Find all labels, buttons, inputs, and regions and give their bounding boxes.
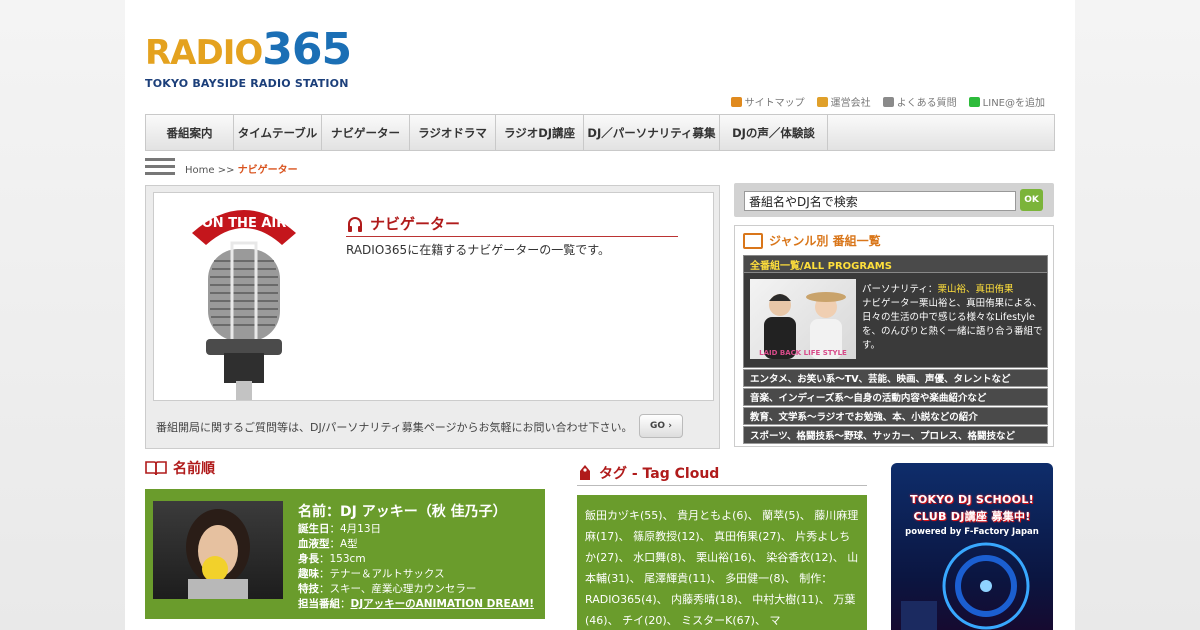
featured-program-text: パーソナリティ：栗山裕、真田侑果 ナビゲーター栗山裕と、真田侑果による、日々の生… — [862, 284, 1043, 351]
logo-word-radio: RADIO — [145, 33, 263, 73]
breadcrumb-current: ナビゲーター — [237, 165, 298, 176]
logo-wordmark: RADIO365 — [145, 28, 352, 75]
tag-icon — [580, 464, 590, 480]
main-nav: 番組案内 タイムテーブル ナビゲーター ラジオドラマ ラジオDJ講座 DJ／パー… — [145, 114, 1055, 151]
book-icon — [145, 461, 167, 476]
tag-cloud-title: タグ - Tag Cloud — [577, 460, 867, 486]
genre-row-music[interactable]: 音楽、インディーズ系～自身の活動内容や楽曲紹介など — [743, 388, 1048, 406]
on-air-sign-text: ON THE AIR — [202, 216, 287, 231]
genre-title: ジャンル別 番組一覧 — [743, 232, 881, 249]
logo-tagline: TOKYO BAYSIDE RADIO STATION — [145, 77, 349, 90]
featured-program-image: LAID BACK LIFE STYLE — [750, 279, 856, 359]
headphones-icon — [348, 216, 362, 232]
nav-item-timetable[interactable]: タイムテーブル — [234, 115, 322, 150]
genre-row-sports[interactable]: スポーツ、格闘技系～野球、サッカー、プロレス、格闘技など — [743, 426, 1048, 444]
util-link-company[interactable]: 運営会社 — [816, 94, 871, 109]
page-title: ナビゲーター — [346, 211, 678, 237]
turntable-illustration — [901, 542, 1030, 630]
hosts-illustration: LAID BACK LIFE STYLE — [759, 292, 847, 359]
breadcrumb-home[interactable]: Home — [185, 165, 215, 176]
navigator-portrait — [186, 509, 250, 599]
genre-panel: ジャンル別 番組一覧 全番組一覧/ALL PROGRAMS LAID BACK … — [734, 225, 1054, 447]
search-ok-button[interactable]: OK — [1020, 189, 1043, 211]
sitemap-icon — [730, 96, 742, 107]
hero-inner: ON THE AIR ナビゲーター RADIO365に在籍するナビゲーターの一覧 — [153, 192, 714, 401]
dj-school-banner[interactable]: TOKYO DJ SCHOOL! CLUB DJ講座 募集中! powered … — [891, 463, 1053, 630]
navigator-details: 誕生日：4月13日 血液型：A型 身長：153cm 趣味：テナー＆アルトサックス… — [298, 523, 534, 610]
site-logo[interactable]: RADIO365 TOKYO BAYSIDE RADIO STATION — [145, 28, 352, 94]
featured-personalities[interactable]: 栗山裕、真田侑果 — [937, 284, 1013, 295]
genre-list: 全番組一覧/ALL PROGRAMS LAID BACK LIFE STYLE … — [743, 255, 1048, 444]
hero-panel: ON THE AIR ナビゲーター RADIO365に在籍するナビゲーターの一覧 — [145, 185, 720, 449]
logo-word-365: 365 — [262, 24, 352, 75]
navigator-name[interactable]: 名前：DJ アッキー（秋 佳乃子） — [298, 501, 507, 521]
menu-icon[interactable] — [145, 158, 175, 176]
search-bar: OK — [734, 183, 1054, 217]
navigator-photo[interactable] — [153, 501, 283, 599]
nav-item-programs[interactable]: 番組案内 — [146, 115, 234, 150]
microphone-illustration: ON THE AIR — [192, 210, 296, 400]
speech-bubble-icon — [882, 96, 894, 107]
utility-links: サイトマップ 運営会社 よくある質問 LINE@を追加 — [730, 94, 1045, 109]
genre-all-programs[interactable]: 全番組一覧/ALL PROGRAMS — [743, 255, 1048, 273]
util-link-faq[interactable]: よくある質問 — [882, 94, 957, 109]
nav-item-navigators[interactable]: ナビゲーター — [322, 115, 410, 150]
nav-item-recruit[interactable]: DJ／パーソナリティ募集 — [584, 115, 720, 150]
program-link[interactable]: DJアッキーのANIMATION DREAM! — [351, 598, 534, 610]
genre-row-education[interactable]: 教育、文学系～ラジオでお勉強、本、小説などの紹介 — [743, 407, 1048, 425]
tag-cloud[interactable]: 飯田カヅキ(55)、 貴月ともよ(6)、 蘭萃(5)、 藤川麻理麻(17)、 篠… — [577, 495, 867, 630]
nav-item-radio-drama[interactable]: ラジオドラマ — [410, 115, 496, 150]
nav-item-voices[interactable]: DJの声／体験談 — [720, 115, 828, 150]
search-input[interactable] — [744, 191, 1016, 211]
chevron-right-icon: › — [668, 421, 672, 431]
phone-icon — [816, 96, 828, 107]
breadcrumb: Home >> ナビゲーター — [185, 165, 298, 176]
banner-line-1: TOKYO DJ SCHOOL! — [910, 493, 1034, 506]
go-button[interactable]: GO › — [639, 414, 683, 438]
name-order-title: 名前順 — [145, 458, 215, 478]
genre-row-entertainment[interactable]: エンタメ、お笑い系～TV、芸能、映画、声優、タレントなど — [743, 369, 1048, 387]
banner-line-3: powered by F-Factory Japan — [905, 527, 1039, 537]
featured-program[interactable]: LAID BACK LIFE STYLE パーソナリティ：栗山裕、真田侑果 ナビ… — [743, 273, 1048, 368]
navigator-card: 名前：DJ アッキー（秋 佳乃子） 誕生日：4月13日 血液型：A型 身長：15… — [145, 489, 545, 619]
line-icon — [968, 96, 980, 107]
page-description: RADIO365に在籍するナビゲーターの一覧です。 — [346, 243, 610, 257]
featured-image-caption: LAID BACK LIFE STYLE — [759, 349, 847, 357]
tv-icon — [743, 232, 763, 249]
inquiry-text: 番組開局に関するご質問等は、DJ/パーソナリティ募集ページからお気軽にお問い合わ… — [156, 421, 633, 434]
util-link-line[interactable]: LINE@を追加 — [968, 94, 1045, 109]
banner-line-2: CLUB DJ講座 募集中! — [913, 510, 1031, 523]
nav-item-dj-course[interactable]: ラジオDJ講座 — [496, 115, 584, 150]
util-link-sitemap[interactable]: サイトマップ — [730, 94, 805, 109]
